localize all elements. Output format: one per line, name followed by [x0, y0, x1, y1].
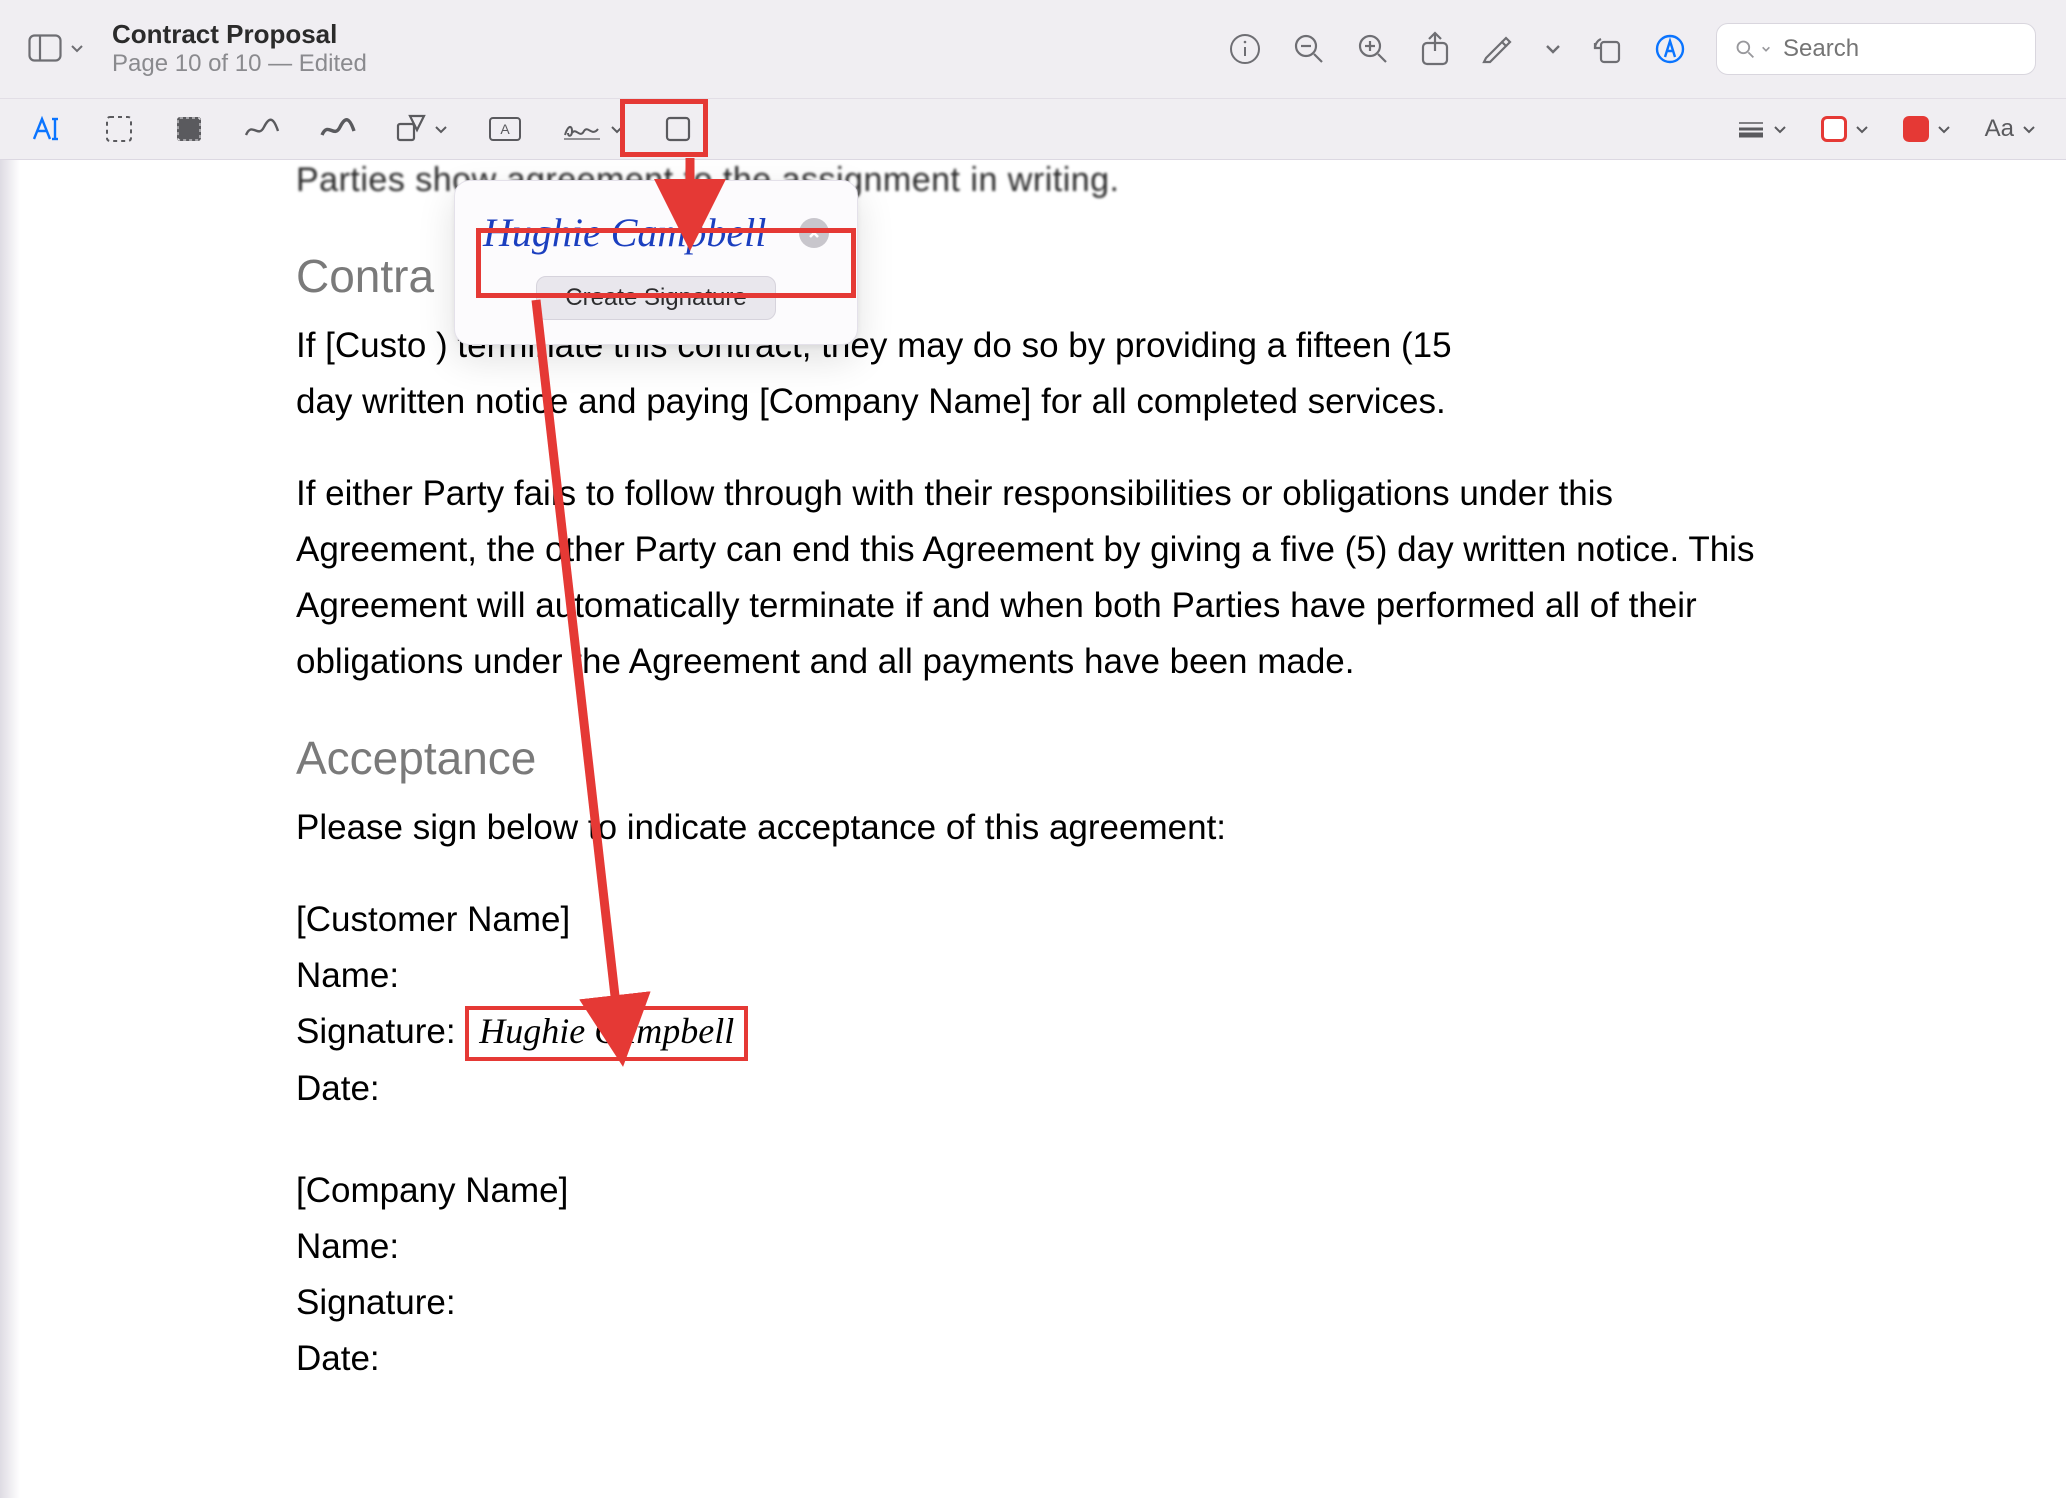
- customer-name-label: Name:: [296, 948, 399, 1004]
- customer-date-label: Date:: [296, 1061, 380, 1117]
- customer-signature-block: [Customer Name] Name: Signature: Hughie …: [296, 892, 2066, 1117]
- signature-popover: Hughie Campbell Create Signature: [454, 180, 858, 345]
- paragraph-termination-1b: day written notice and paying [Company N…: [296, 374, 2066, 430]
- chevron-down-icon: [1937, 122, 1951, 136]
- fill-color-swatch: [1903, 116, 1929, 142]
- paragraph-termination-2b: Agreement, the other Party can end this …: [296, 522, 2066, 578]
- delete-signature-button[interactable]: [799, 218, 829, 248]
- font-style-label: Aa: [1985, 115, 2014, 143]
- selection-tool-icon[interactable]: [104, 114, 134, 144]
- search-field[interactable]: [1716, 23, 2036, 75]
- chevron-down-icon: [1761, 43, 1771, 55]
- chevron-down-icon: [1855, 122, 1869, 136]
- stroke-color-dropdown[interactable]: [1821, 116, 1869, 142]
- company-signature-block: [Company Name] Name: Signature: Date:: [296, 1163, 2066, 1387]
- document-title: Contract Proposal: [112, 19, 367, 50]
- chevron-down-icon: [2022, 122, 2036, 136]
- svg-text:A: A: [500, 121, 510, 137]
- stroke-color-swatch: [1821, 116, 1847, 142]
- paragraph-termination-2c: Agreement will automatically terminate i…: [296, 578, 2066, 634]
- markup-toggle-icon[interactable]: [1480, 32, 1514, 66]
- placed-signature-highlight[interactable]: Hughie Campbell: [465, 1006, 748, 1061]
- placed-signature[interactable]: Hughie Campbell: [479, 1011, 734, 1051]
- info-icon[interactable]: [1228, 32, 1262, 66]
- paragraph-acceptance-intro: Please sign below to indicate acceptance…: [296, 800, 2066, 856]
- share-icon[interactable]: [1420, 31, 1450, 67]
- document-canvas[interactable]: Parties show agreement to the assignment…: [0, 160, 2066, 1498]
- sidebar-toggle-button[interactable]: [28, 34, 84, 62]
- markup-toolbar: A: [0, 98, 2066, 160]
- customer-signature-label: Signature:: [296, 1004, 456, 1060]
- saved-signature-row[interactable]: Hughie Campbell: [479, 203, 833, 270]
- annotations-icon[interactable]: [1654, 33, 1686, 65]
- chevron-down-icon[interactable]: [1544, 40, 1562, 58]
- company-date-label: Date:: [296, 1331, 380, 1387]
- textbox-tool-icon[interactable]: A: [488, 116, 522, 142]
- chevron-down-icon: [1773, 122, 1787, 136]
- line-style-dropdown[interactable]: [1737, 119, 1787, 139]
- draw-tool-icon[interactable]: [320, 117, 356, 141]
- close-icon: [807, 226, 821, 240]
- fill-color-dropdown[interactable]: [1903, 116, 1951, 142]
- saved-signature-name[interactable]: Hughie Campbell: [483, 209, 766, 256]
- search-input[interactable]: [1781, 34, 2017, 64]
- paragraph-termination-2d: obligations under the Agreement and all …: [296, 634, 2066, 690]
- redact-tool-icon[interactable]: [174, 114, 204, 144]
- document-subtitle: Page 10 of 10 — Edited: [112, 50, 367, 79]
- zoom-in-icon[interactable]: [1356, 32, 1390, 66]
- sketch-tool-icon[interactable]: [244, 117, 280, 141]
- company-name-label: Name:: [296, 1219, 399, 1275]
- chevron-down-icon: [434, 122, 448, 136]
- paragraph-termination-2a: If either Party fails to follow through …: [296, 466, 2066, 522]
- font-style-dropdown[interactable]: Aa: [1985, 115, 2036, 143]
- note-tool-icon[interactable]: [664, 115, 692, 143]
- search-icon: [1735, 37, 1755, 61]
- company-block-title: [Company Name]: [296, 1163, 2066, 1219]
- heading-acceptance: Acceptance: [296, 730, 2066, 786]
- document-title-block: Contract Proposal Page 10 of 10 — Edited: [112, 19, 367, 79]
- customer-block-title: [Customer Name]: [296, 892, 2066, 948]
- titlebar: Contract Proposal Page 10 of 10 — Edited: [0, 0, 2066, 98]
- sign-tool-icon[interactable]: [562, 117, 624, 141]
- create-signature-button[interactable]: Create Signature: [536, 276, 776, 320]
- rotate-icon[interactable]: [1592, 33, 1624, 65]
- zoom-out-icon[interactable]: [1292, 32, 1326, 66]
- page-edge: [0, 160, 20, 1498]
- text-tool-icon[interactable]: [30, 115, 64, 143]
- company-signature-label: Signature:: [296, 1275, 456, 1331]
- shapes-tool-icon[interactable]: [396, 114, 448, 144]
- chevron-down-icon: [610, 122, 624, 136]
